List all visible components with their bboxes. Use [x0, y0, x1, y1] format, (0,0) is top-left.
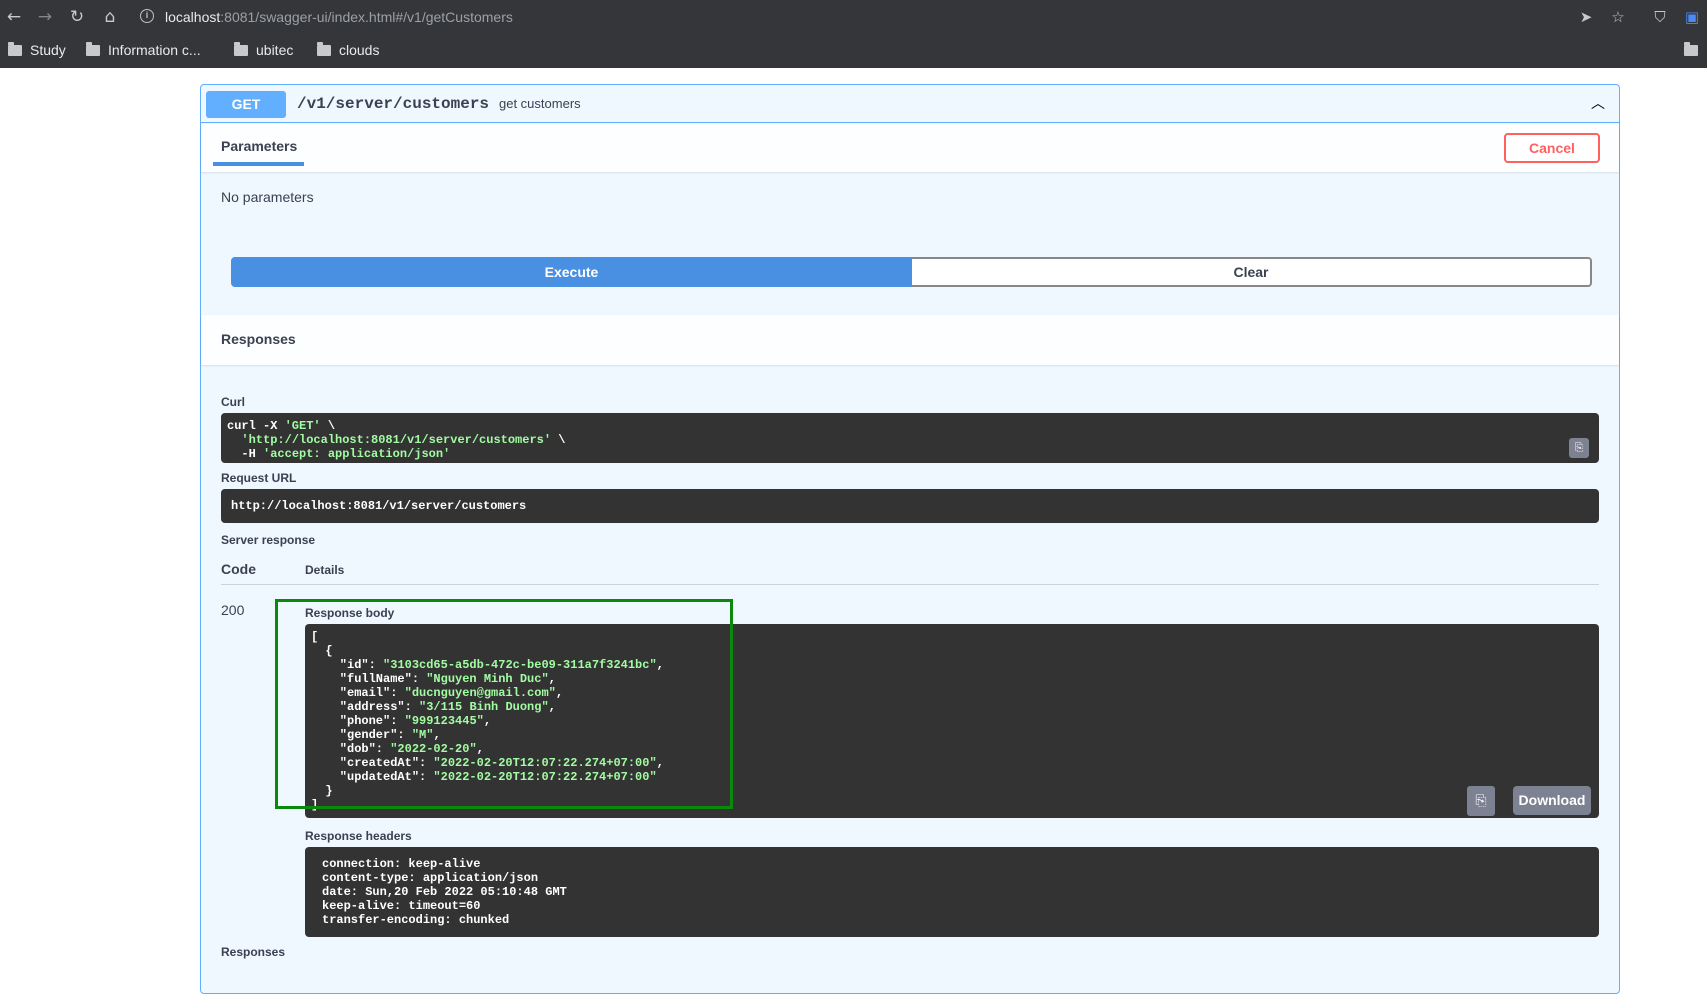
address-bar[interactable]: localhost:8081/swagger-ui/index.html#/v1… — [165, 6, 513, 28]
request-url-block: http://localhost:8081/v1/server/customer… — [221, 489, 1599, 523]
bookmark-folder-clouds[interactable]: clouds — [317, 39, 379, 61]
responses-heading: Responses — [221, 331, 296, 347]
responses-header: Responses — [201, 315, 1619, 365]
tab-underline — [213, 162, 304, 166]
operation-path: /v1/server/customers — [297, 95, 490, 113]
translate-extension-icon[interactable]: ▣ — [1682, 7, 1702, 27]
send-icon[interactable]: ➤ — [1576, 7, 1596, 27]
other-bookmarks[interactable] — [1684, 39, 1706, 61]
star-icon[interactable]: ☆ — [1608, 7, 1628, 27]
responses-footer-label: Responses — [221, 945, 286, 959]
folder-icon — [86, 41, 100, 56]
bookmark-folder-information[interactable]: Information c... — [86, 39, 201, 61]
no-parameters-text: No parameters — [221, 189, 314, 205]
status-code: 200 — [221, 602, 245, 618]
reload-icon[interactable]: ↻ — [67, 7, 87, 27]
swagger-page: GET /v1/server/customers get customers ︿… — [0, 68, 1707, 994]
forward-arrow-icon[interactable]: → — [35, 7, 55, 27]
request-url-label: Request URL — [221, 471, 297, 485]
server-response-label: Server response — [221, 533, 316, 547]
bookmarks-bar: Study Information c... ubitec clouds — [0, 34, 1707, 66]
browser-chrome: ← → ↻ ⌂ i localhost:8081/swagger-ui/inde… — [0, 0, 1707, 68]
bookmark-folder-study[interactable]: Study — [8, 39, 66, 61]
clear-button[interactable]: Clear — [912, 257, 1592, 287]
copy-response-icon[interactable]: ⎘ — [1467, 786, 1495, 816]
folder-icon — [234, 41, 248, 56]
method-badge: GET — [206, 91, 286, 118]
code-column-header: Code — [221, 561, 256, 577]
bookmark-folder-ubitec[interactable]: ubitec — [234, 39, 293, 61]
address-host: localhost — [165, 9, 221, 25]
site-info-icon[interactable]: i — [140, 9, 154, 23]
home-icon[interactable]: ⌂ — [100, 7, 120, 27]
curl-label: Curl — [221, 395, 245, 409]
response-headers-block: connection: keep-alive content-type: app… — [305, 847, 1599, 937]
bookmark-label: ubitec — [256, 42, 294, 58]
bookmark-label: Information c... — [108, 42, 201, 58]
parameters-header: Parameters Cancel — [201, 124, 1619, 172]
shield-extension-icon[interactable]: ⛉ — [1650, 7, 1670, 27]
folder-icon — [8, 41, 22, 56]
back-arrow-icon[interactable]: ← — [4, 7, 24, 27]
operation-description: get customers — [499, 96, 581, 111]
tab-parameters[interactable]: Parameters — [221, 138, 297, 154]
copy-curl-icon[interactable]: ⎘ — [1569, 438, 1589, 458]
operation-block: GET /v1/server/customers get customers ︿… — [200, 84, 1620, 994]
address-path: :8081/swagger-ui/index.html#/v1/getCusto… — [220, 9, 513, 25]
folder-icon — [317, 41, 331, 56]
bookmark-label: Study — [30, 42, 66, 58]
response-headers-label: Response headers — [305, 829, 412, 843]
details-column-header: Details — [305, 563, 345, 577]
download-button[interactable]: Download — [1513, 786, 1591, 815]
execute-button[interactable]: Execute — [231, 257, 912, 287]
highlight-box — [275, 599, 733, 809]
chevron-up-icon[interactable]: ︿ — [1589, 95, 1607, 113]
bookmark-label: clouds — [339, 42, 380, 58]
folder-icon — [1684, 41, 1698, 56]
cancel-button[interactable]: Cancel — [1504, 133, 1600, 163]
operation-summary[interactable]: GET /v1/server/customers get customers ︿ — [201, 85, 1619, 123]
table-divider — [221, 584, 1599, 585]
curl-code-block: curl -X 'GET' \ 'http://localhost:8081/v… — [221, 413, 1599, 463]
browser-toolbar: ← → ↻ ⌂ i localhost:8081/swagger-ui/inde… — [0, 0, 1707, 34]
